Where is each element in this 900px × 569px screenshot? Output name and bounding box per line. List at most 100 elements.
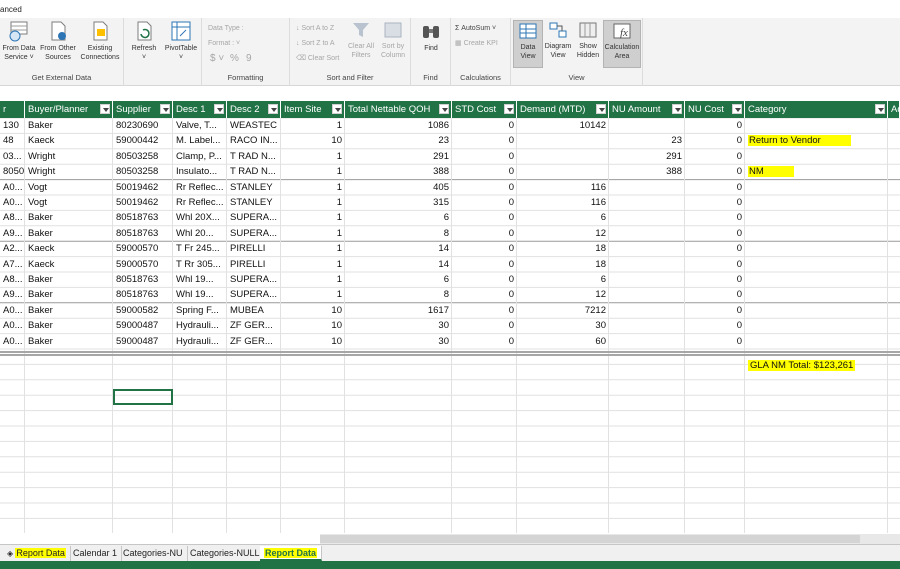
filter-dropdown-icon[interactable]	[875, 104, 885, 114]
filter-dropdown-icon[interactable]	[268, 104, 278, 114]
table-cell[interactable]: Kaeck	[25, 241, 113, 256]
table-cell[interactable]: 0	[685, 180, 745, 195]
diagram-view-button[interactable]: Diagram View	[543, 20, 573, 60]
column-header[interactable]: Total Nettable QOH	[345, 101, 452, 118]
scrollbar-thumb[interactable]	[320, 535, 860, 543]
table-cell[interactable]: A9...	[0, 226, 25, 241]
table-cell[interactable]: 0	[452, 272, 517, 287]
table-cell[interactable]: T Rr 305...	[173, 257, 227, 272]
horizontal-scrollbar[interactable]	[320, 534, 900, 544]
table-cell[interactable]: 8	[345, 226, 452, 241]
table-cell[interactable]: Whl 19...	[173, 287, 227, 302]
table-cell[interactable]: Return to Vendor	[745, 133, 888, 148]
table-cell[interactable]: 60	[517, 334, 609, 349]
table-cell[interactable]: 59000570	[113, 257, 173, 272]
table-cell[interactable]: PIRELLI	[227, 257, 281, 272]
table-cell[interactable]: 18	[517, 241, 609, 256]
find-button[interactable]: Find	[413, 22, 449, 53]
table-cell[interactable]: 0	[685, 272, 745, 287]
sheet-tab[interactable]: Report Data	[260, 546, 323, 561]
sheet-tab[interactable]: Categories-NU	[119, 546, 188, 561]
table-cell[interactable]: 1	[281, 226, 345, 241]
from-data-service-button[interactable]: From Data Service ˅	[0, 20, 38, 62]
table-cell[interactable]: 1617	[345, 303, 452, 318]
table-cell[interactable]: ZF GER...	[227, 318, 281, 333]
table-cell[interactable]: M. Label...	[173, 133, 227, 148]
filter-dropdown-icon[interactable]	[596, 104, 606, 114]
table-cell[interactable]: 80503258	[113, 149, 173, 164]
refresh-button[interactable]: Refresh ˅	[126, 20, 162, 62]
table-cell[interactable]: 0	[685, 210, 745, 225]
table-cell[interactable]: T Fr 245...	[173, 241, 227, 256]
column-header[interactable]: Desc 2	[227, 101, 281, 118]
table-cell[interactable]: Baker	[25, 210, 113, 225]
sort-by-column-button[interactable]: Sort by Column	[377, 20, 409, 60]
data-type-dropdown[interactable]: Data Type :	[208, 24, 244, 34]
table-cell[interactable]: 116	[517, 195, 609, 210]
table-cell[interactable]: A0...	[0, 334, 25, 349]
table-cell[interactable]: 30	[345, 334, 452, 349]
table-cell[interactable]: 80518763	[113, 226, 173, 241]
pivot-table-button[interactable]: PivotTable ˅	[162, 20, 200, 62]
table-cell[interactable]: A0...	[0, 195, 25, 210]
sheet-tab[interactable]: ◈ Report Data	[3, 546, 71, 561]
table-cell[interactable]: 59000582	[113, 303, 173, 318]
table-cell[interactable]: ZF GER...	[227, 334, 281, 349]
table-cell[interactable]: 0	[685, 226, 745, 241]
create-kpi-button[interactable]: ▦ Create KPI	[455, 39, 498, 49]
table-cell[interactable]: Baker	[25, 226, 113, 241]
table-cell[interactable]: 03...	[0, 149, 25, 164]
data-view-button[interactable]: Data View	[513, 20, 543, 68]
table-cell[interactable]: Whl 19...	[173, 272, 227, 287]
filter-dropdown-icon[interactable]	[214, 104, 224, 114]
column-header[interactable]: Demand (MTD)	[517, 101, 609, 118]
percent-button[interactable]: %	[230, 54, 239, 64]
table-cell[interactable]: 0	[452, 241, 517, 256]
autosum-button[interactable]: Σ AutoSum ˅	[455, 24, 496, 34]
table-cell[interactable]: 18	[517, 257, 609, 272]
column-header[interactable]: Desc 1	[173, 101, 227, 118]
table-cell[interactable]: 59000487	[113, 334, 173, 349]
table-cell[interactable]: 0	[685, 303, 745, 318]
sort-a-to-z-button[interactable]: ↓ Sort A to Z	[296, 24, 334, 34]
table-cell[interactable]: 1	[281, 118, 345, 133]
table-cell[interactable]: 12	[517, 226, 609, 241]
table-cell[interactable]: 1	[281, 287, 345, 302]
table-cell[interactable]: 6	[517, 210, 609, 225]
table-cell[interactable]: 10	[281, 133, 345, 148]
table-cell[interactable]: Kaeck	[25, 257, 113, 272]
table-cell[interactable]: 80518763	[113, 287, 173, 302]
table-cell[interactable]: A0...	[0, 318, 25, 333]
table-cell[interactable]: 130	[0, 118, 25, 133]
table-cell[interactable]: 50019462	[113, 195, 173, 210]
table-cell[interactable]: A0...	[0, 180, 25, 195]
sheet-tab[interactable]: Calendar 1	[69, 546, 123, 561]
table-cell[interactable]: Vogt	[25, 180, 113, 195]
table-cell[interactable]: Wright	[25, 164, 113, 179]
table-cell[interactable]: 80503258	[113, 164, 173, 179]
table-cell[interactable]: 0	[452, 287, 517, 302]
calc-area-total[interactable]: GLA NM Total: $123,261	[745, 358, 888, 373]
table-cell[interactable]: 1	[281, 241, 345, 256]
table-cell[interactable]: SUPERA...	[227, 226, 281, 241]
table-cell[interactable]: Wright	[25, 149, 113, 164]
table-cell[interactable]: 12	[517, 287, 609, 302]
table-cell[interactable]: 30	[345, 318, 452, 333]
table-cell[interactable]: SUPERA...	[227, 272, 281, 287]
table-cell[interactable]: Vogt	[25, 195, 113, 210]
clear-all-filters-button[interactable]: Clear All Filters	[346, 20, 376, 60]
table-cell[interactable]: Hydrauli...	[173, 318, 227, 333]
table-cell[interactable]: Baker	[25, 287, 113, 302]
table-cell[interactable]: 59000570	[113, 241, 173, 256]
table-cell[interactable]: 1	[281, 195, 345, 210]
format-dropdown[interactable]: Format : ˅	[208, 39, 240, 49]
table-cell[interactable]: 50019462	[113, 180, 173, 195]
table-cell[interactable]: NM	[745, 164, 888, 179]
table-cell[interactable]: WEASTEC	[227, 118, 281, 133]
table-cell[interactable]: 388	[609, 164, 685, 179]
table-cell[interactable]: 0	[685, 149, 745, 164]
table-cell[interactable]: Baker	[25, 272, 113, 287]
table-cell[interactable]: 80518763	[113, 210, 173, 225]
table-cell[interactable]: Clamp, P...	[173, 149, 227, 164]
table-cell[interactable]: Baker	[25, 334, 113, 349]
